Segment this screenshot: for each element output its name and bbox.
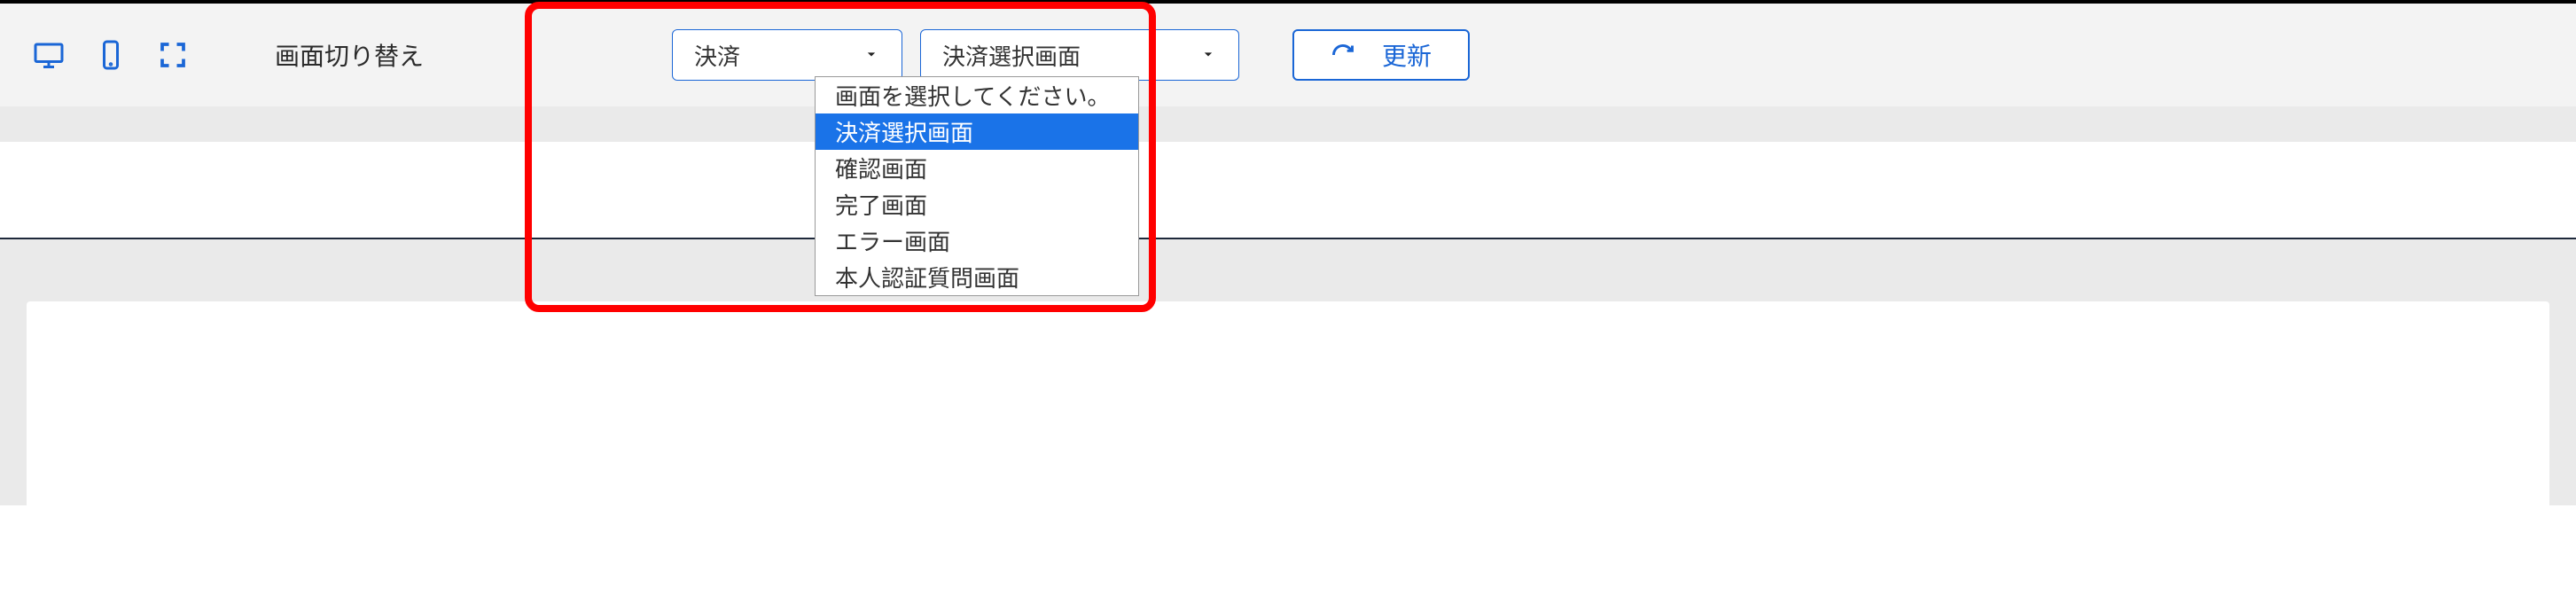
screen-select[interactable]: 決済選択画面	[920, 29, 1239, 81]
dropdown-option[interactable]: エラー画面	[816, 223, 1138, 259]
desktop-view-icon[interactable]	[27, 33, 71, 77]
content-area	[0, 106, 2576, 239]
screen-select-dropdown: 画面を選択してください。 決済選択画面 確認画面 完了画面 エラー画面 本人認証…	[815, 76, 1139, 296]
category-select-value: 決済	[694, 39, 740, 72]
fullscreen-icon[interactable]	[151, 33, 195, 77]
category-select[interactable]: 決済	[672, 29, 902, 81]
preview-card	[27, 301, 2549, 532]
refresh-button-label: 更新	[1382, 37, 1432, 73]
preview-top-band	[0, 142, 2576, 239]
refresh-icon	[1331, 43, 1355, 67]
screen-switch-label: 画面切り替え	[275, 37, 424, 73]
toolbar: 画面切り替え 決済 決済選択画面 更新	[0, 0, 2576, 106]
screen-select-value: 決済選択画面	[942, 39, 1081, 72]
dropdown-option[interactable]: 画面を選択してください。	[816, 77, 1138, 113]
dropdown-option[interactable]: 確認画面	[816, 150, 1138, 186]
preview-body	[0, 239, 2576, 505]
dropdown-option[interactable]: 決済選択画面	[816, 113, 1138, 150]
chevron-down-icon	[863, 42, 880, 69]
dropdown-option[interactable]: 完了画面	[816, 186, 1138, 223]
dropdown-option[interactable]: 本人認証質問画面	[816, 259, 1138, 295]
refresh-button[interactable]: 更新	[1292, 29, 1470, 81]
chevron-down-icon	[1199, 42, 1217, 69]
mobile-view-icon[interactable]	[89, 33, 133, 77]
